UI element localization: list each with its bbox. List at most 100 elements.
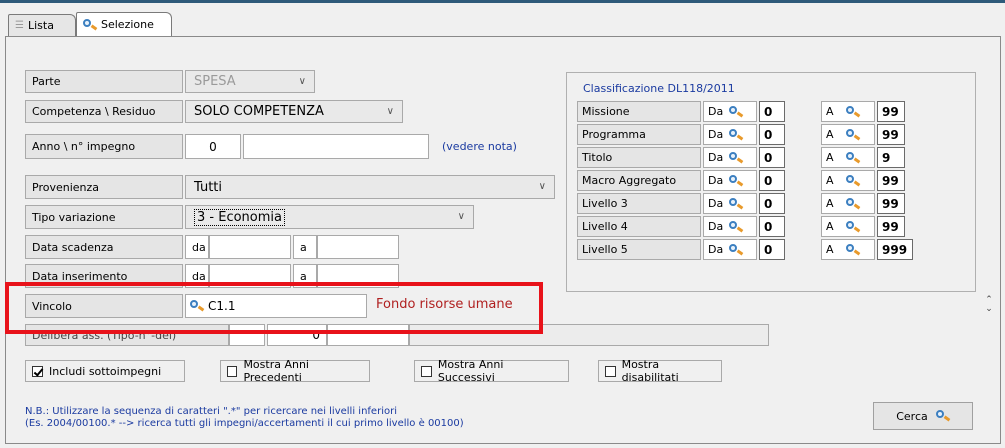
competenza-dropdown[interactable]: SOLO COMPETENZA ∨	[185, 100, 403, 123]
chevron-down-icon: ∨	[386, 105, 394, 117]
to-value-input[interactable]: 9	[877, 147, 905, 168]
cerca-button-label: Cerca	[896, 409, 928, 423]
a-label: A	[826, 128, 834, 141]
parte-dropdown: SPESA ∨	[185, 70, 315, 93]
data-scadenza-label: Data scadenza	[25, 235, 183, 259]
anno-label: Anno \ n° impegno	[25, 134, 183, 159]
da-label: Da	[708, 220, 724, 233]
parte-value: SPESA	[194, 74, 236, 89]
from-value-input[interactable]: 0	[759, 124, 785, 145]
search-icon[interactable]	[729, 220, 744, 233]
da-field[interactable]: Da	[703, 101, 757, 122]
mostra-anni-precedenti-checkbox[interactable]: Mostra Anni Precedenti	[220, 358, 370, 384]
checkbox-label: Includi sottoimpegni	[49, 364, 162, 378]
impegno-number-input[interactable]	[243, 134, 429, 159]
classificazione-row-label: Missione	[577, 101, 701, 122]
to-value-input[interactable]: 99	[877, 124, 905, 145]
note-line-2: (Es. 2004/00100.* --> ricerca tutti gli …	[25, 418, 464, 429]
da-field[interactable]: Da	[703, 216, 757, 237]
da-label: Da	[708, 174, 724, 187]
to-value-input[interactable]: 99	[877, 193, 905, 214]
da-label: Da	[708, 197, 724, 210]
from-value-input[interactable]: 0	[759, 170, 785, 191]
cerca-button[interactable]: Cerca	[873, 402, 973, 430]
a-label: A	[826, 243, 834, 256]
da-field[interactable]: Da	[703, 239, 757, 260]
a-field[interactable]: A	[821, 101, 875, 122]
from-value-input[interactable]: 0	[759, 239, 785, 260]
provenienza-dropdown[interactable]: Tutti ∨	[185, 175, 555, 199]
search-icon[interactable]	[729, 174, 744, 187]
a-field[interactable]: A	[821, 193, 875, 214]
tab-lista-label: Lista	[27, 19, 54, 32]
anno-input[interactable]: 0	[185, 134, 241, 159]
tab-lista[interactable]: ☰ Lista	[8, 14, 76, 36]
competenza-label: Competenza \ Residuo	[25, 100, 183, 123]
scroll-updown-icon[interactable]: ⌃ ⌄	[982, 296, 996, 318]
checkbox-label: Mostra Anni Successivi	[437, 358, 504, 384]
da-label: Da	[708, 128, 724, 141]
highlight-box	[5, 282, 543, 334]
data-scadenza-from-input[interactable]	[209, 235, 291, 259]
search-icon[interactable]	[845, 243, 860, 256]
classificazione-row-label: Livello 5	[577, 239, 701, 260]
search-icon	[935, 410, 951, 422]
to-value-input[interactable]: 999	[877, 239, 913, 260]
classificazione-row-label: Programma	[577, 124, 701, 145]
provenienza-label: Provenienza	[25, 175, 183, 199]
to-value-input[interactable]: 99	[877, 101, 905, 122]
from-value-input[interactable]: 0	[759, 101, 785, 122]
a-field[interactable]: A	[821, 124, 875, 145]
search-icon[interactable]	[845, 197, 860, 210]
a-field[interactable]: A	[821, 216, 875, 237]
data-scadenza-to-input[interactable]	[317, 235, 399, 259]
mostra-anni-successivi-checkbox[interactable]: Mostra Anni Successivi	[414, 358, 569, 384]
search-icon[interactable]	[729, 105, 744, 118]
to-value-input[interactable]: 99	[877, 170, 905, 191]
da-label: Da	[708, 243, 724, 256]
checkbox-icon	[421, 365, 432, 377]
tipo-variazione-value: 3 - Economia	[194, 208, 285, 226]
chevron-down-icon: ∨	[538, 180, 546, 192]
checkbox-icon	[605, 365, 616, 377]
classificazione-row-label: Livello 4	[577, 216, 701, 237]
da-field[interactable]: Da	[703, 147, 757, 168]
search-icon[interactable]	[845, 105, 860, 118]
provenienza-value: Tutti	[194, 179, 223, 195]
a-label: A	[826, 105, 834, 118]
list-icon: ☰	[15, 20, 24, 31]
tab-selezione[interactable]: Selezione	[76, 12, 172, 36]
a-label: A	[826, 174, 834, 187]
search-icon[interactable]	[729, 128, 744, 141]
includi-sottoimpegni-checkbox[interactable]: Includi sottoimpegni	[25, 360, 185, 382]
a-field[interactable]: A	[821, 239, 875, 260]
search-icon[interactable]	[845, 220, 860, 233]
note-line-1: N.B.: Utilizzare la sequenza di caratter…	[25, 406, 397, 417]
vedere-nota-link[interactable]: (vedere nota)	[442, 140, 517, 153]
search-icon[interactable]	[729, 151, 744, 164]
da-field[interactable]: Da	[703, 170, 757, 191]
search-icon[interactable]	[845, 151, 860, 164]
classificazione-row-label: Livello 3	[577, 193, 701, 214]
da-label: Da	[708, 151, 724, 164]
from-value-input[interactable]: 0	[759, 193, 785, 214]
a-label: A	[826, 197, 834, 210]
from-value-input[interactable]: 0	[759, 147, 785, 168]
parte-label: Parte	[25, 70, 183, 93]
search-icon[interactable]	[845, 174, 860, 187]
to-value-input[interactable]: 99	[877, 216, 905, 237]
da-field[interactable]: Da	[703, 124, 757, 145]
search-icon[interactable]	[845, 128, 860, 141]
mostra-disabilitati-checkbox[interactable]: Mostra disabilitati	[598, 358, 722, 384]
search-icon[interactable]	[729, 243, 744, 256]
classificazione-row-label: Titolo	[577, 147, 701, 168]
from-value-input[interactable]: 0	[759, 216, 785, 237]
da-label: Da	[708, 105, 724, 118]
a-field[interactable]: A	[821, 170, 875, 191]
da-field[interactable]: Da	[703, 193, 757, 214]
data-scadenza-a-label: a	[293, 235, 317, 259]
tipo-variazione-dropdown[interactable]: 3 - Economia ∨	[185, 205, 474, 229]
search-icon[interactable]	[729, 197, 744, 210]
a-field[interactable]: A	[821, 147, 875, 168]
data-scadenza-da-label: da	[185, 235, 209, 259]
